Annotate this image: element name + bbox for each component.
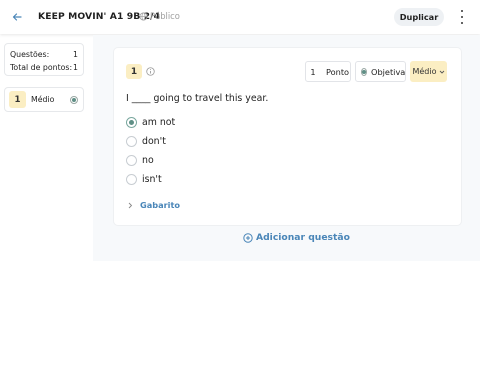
radio-empty-icon	[126, 173, 137, 185]
radio-selected-icon	[126, 116, 137, 128]
visibility-label: Público	[150, 11, 180, 21]
arrow-left-icon	[12, 13, 22, 21]
radio-empty-icon	[126, 154, 137, 166]
radio-status-icon	[70, 96, 78, 104]
add-question-label: Adicionar questão	[256, 232, 350, 243]
visibility-toggle[interactable]: Público	[139, 11, 180, 21]
total-points-value: 1	[73, 63, 78, 72]
answer-option[interactable]: am not	[126, 115, 175, 129]
plus-circle-icon	[243, 232, 253, 243]
top-bar: KEEP MOVIN' A1 9B 2/4 Público Duplicar	[0, 0, 480, 34]
kebab-menu-icon[interactable]	[457, 10, 467, 24]
points-input[interactable]: 1 Ponto	[305, 61, 351, 82]
radio-empty-icon	[126, 135, 137, 147]
duplicate-button[interactable]: Duplicar	[394, 8, 444, 26]
difficulty-label: Médio	[412, 67, 437, 76]
radio-type-icon	[361, 67, 367, 76]
questions-count-label: Questões:	[10, 50, 50, 59]
question-type-selector[interactable]: Objetiva	[355, 61, 406, 82]
add-question-button[interactable]: Adicionar questão	[243, 232, 350, 243]
questions-count-value: 1	[73, 50, 78, 59]
question-level-label: Médio	[31, 95, 55, 104]
answer-option[interactable]: isn't	[126, 172, 162, 186]
globe-icon	[139, 11, 148, 21]
chevron-down-icon	[439, 70, 444, 74]
answer-key-label: Gabarito	[140, 200, 181, 210]
points-label: Ponto	[326, 66, 350, 77]
question-card: 1 1 Ponto Objetiva Médio I ____ going to…	[114, 48, 461, 225]
info-icon[interactable]	[146, 67, 155, 76]
answer-option-label: don't	[142, 135, 166, 147]
total-points-row: Total de pontos: 1	[10, 61, 78, 74]
question-number-badge: 1	[9, 91, 26, 108]
question-prompt: I ____ going to travel this year.	[126, 93, 269, 104]
back-button[interactable]	[9, 9, 25, 25]
answer-option-label: isn't	[142, 173, 162, 185]
question-number-badge: 1	[126, 64, 142, 79]
question-nav-item[interactable]: 1 Médio	[4, 87, 84, 112]
difficulty-dropdown[interactable]: Médio	[410, 61, 447, 82]
answer-option-label: no	[142, 154, 154, 166]
question-type-label: Objetiva	[371, 66, 406, 77]
summary-card: Questões: 1 Total de pontos: 1	[4, 43, 84, 76]
questions-count-row: Questões: 1	[10, 48, 78, 61]
answer-option[interactable]: no	[126, 153, 154, 167]
points-value: 1	[310, 66, 316, 77]
total-points-label: Total de pontos:	[10, 63, 73, 72]
answer-key-toggle[interactable]: Gabarito	[127, 200, 180, 210]
answer-option[interactable]: don't	[126, 134, 166, 148]
answer-option-label: am not	[142, 116, 176, 128]
chevron-right-icon	[128, 202, 133, 208]
